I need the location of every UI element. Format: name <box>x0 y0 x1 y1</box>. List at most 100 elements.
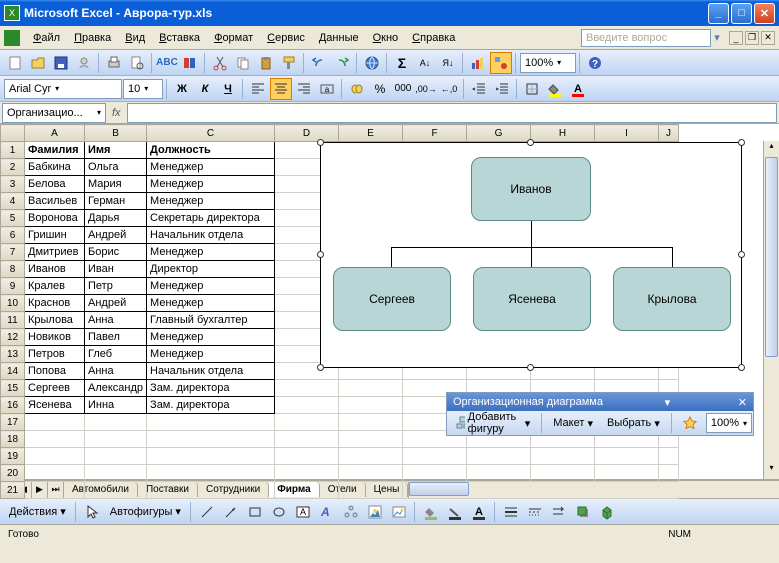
cell-B16[interactable]: Инна <box>85 397 147 414</box>
cell-B4[interactable]: Герман <box>85 193 147 210</box>
cell-F19[interactable] <box>403 448 467 465</box>
cell-C2[interactable]: Менеджер <box>147 159 275 176</box>
copy-button[interactable] <box>232 52 254 74</box>
cell-C13[interactable]: Менеджер <box>147 346 275 363</box>
autoformat-button[interactable] <box>678 413 702 433</box>
font-color-draw-button[interactable]: A <box>468 501 490 523</box>
borders-button[interactable] <box>521 78 543 100</box>
arrow-button[interactable] <box>220 501 242 523</box>
cell-C15[interactable]: Зам. директора <box>147 380 275 397</box>
cell-A19[interactable] <box>25 448 85 465</box>
currency-button[interactable] <box>346 78 368 100</box>
cut-button[interactable] <box>209 52 231 74</box>
cell-C9[interactable]: Менеджер <box>147 278 275 295</box>
org-zoom-combo[interactable]: 100%▾ <box>706 413 752 433</box>
cell-C17[interactable] <box>147 414 275 431</box>
cell-C19[interactable] <box>147 448 275 465</box>
comma-button[interactable]: 000 <box>392 78 414 100</box>
cell-A1[interactable]: Фамилия <box>25 142 85 159</box>
cell-J20[interactable] <box>659 465 679 482</box>
fill-color-draw-button[interactable] <box>420 501 442 523</box>
row-header-21[interactable]: 21 <box>1 482 25 499</box>
cell-E16[interactable] <box>339 397 403 414</box>
cell-A14[interactable]: Попова <box>25 363 85 380</box>
cell-A13[interactable]: Петров <box>25 346 85 363</box>
name-box[interactable]: Организацио...▾ <box>2 103 106 123</box>
arrow-style-button[interactable] <box>548 501 570 523</box>
maximize-button[interactable]: □ <box>731 3 752 24</box>
row-header-3[interactable]: 3 <box>1 176 25 193</box>
cell-B12[interactable]: Павел <box>85 329 147 346</box>
cell-B18[interactable] <box>85 431 147 448</box>
menu-Сервис[interactable]: Сервис <box>260 29 312 47</box>
cell-A12[interactable]: Новиков <box>25 329 85 346</box>
row-header-16[interactable]: 16 <box>1 397 25 414</box>
cell-B8[interactable]: Иван <box>85 261 147 278</box>
cell-A6[interactable]: Гришин <box>25 227 85 244</box>
cell-A9[interactable]: Кралев <box>25 278 85 295</box>
cell-C8[interactable]: Директор <box>147 261 275 278</box>
cell-A17[interactable] <box>25 414 85 431</box>
help-dropdown-arrow[interactable]: ▾ <box>711 31 723 44</box>
cell-A4[interactable]: Васильев <box>25 193 85 210</box>
cell-A16[interactable]: Ясенева <box>25 397 85 414</box>
save-button[interactable] <box>50 52 72 74</box>
cell-D16[interactable] <box>275 397 339 414</box>
row-header-1[interactable]: 1 <box>1 142 25 159</box>
cell-H20[interactable] <box>531 465 595 482</box>
mdi-close-button[interactable]: ✕ <box>761 31 775 45</box>
align-right-button[interactable] <box>293 78 315 100</box>
help-search-input[interactable]: Введите вопрос <box>581 29 711 47</box>
hyperlink-button[interactable] <box>361 52 383 74</box>
row-header-2[interactable]: 2 <box>1 159 25 176</box>
cell-B5[interactable]: Дарья <box>85 210 147 227</box>
italic-button[interactable]: К <box>194 78 216 100</box>
row-header-12[interactable]: 12 <box>1 329 25 346</box>
cell-C3[interactable]: Менеджер <box>147 176 275 193</box>
vertical-scrollbar[interactable]: ▴ ▾ <box>763 141 779 479</box>
row-header-19[interactable]: 19 <box>1 448 25 465</box>
org-node-child-1[interactable]: Ясенева <box>473 267 591 331</box>
merge-center-button[interactable]: a <box>316 78 338 100</box>
col-header-G[interactable]: G <box>467 125 531 142</box>
underline-button[interactable]: Ч <box>217 78 239 100</box>
cell-A15[interactable]: Сергеев <box>25 380 85 397</box>
cell-C16[interactable]: Зам. директора <box>147 397 275 414</box>
cell-G20[interactable] <box>467 465 531 482</box>
row-header-5[interactable]: 5 <box>1 210 25 227</box>
cell-D19[interactable] <box>275 448 339 465</box>
wordart-button[interactable]: A <box>316 501 338 523</box>
col-header-C[interactable]: C <box>147 125 275 142</box>
dash-style-button[interactable] <box>524 501 546 523</box>
select-all-cell[interactable] <box>1 125 25 142</box>
increase-indent-button[interactable] <box>491 78 513 100</box>
cell-C7[interactable]: Менеджер <box>147 244 275 261</box>
open-button[interactable] <box>27 52 49 74</box>
row-header-7[interactable]: 7 <box>1 244 25 261</box>
cell-B2[interactable]: Ольга <box>85 159 147 176</box>
bold-button[interactable]: Ж <box>171 78 193 100</box>
cell-E21[interactable] <box>339 482 403 499</box>
undo-button[interactable] <box>308 52 330 74</box>
cell-B6[interactable]: Андрей <box>85 227 147 244</box>
new-button[interactable] <box>4 52 26 74</box>
menu-Формат[interactable]: Формат <box>207 29 260 47</box>
row-header-20[interactable]: 20 <box>1 465 25 482</box>
org-toolbar-options-arrow[interactable]: ▾ <box>665 396 671 409</box>
cell-D20[interactable] <box>275 465 339 482</box>
cell-C10[interactable]: Менеджер <box>147 295 275 312</box>
close-button[interactable]: ✕ <box>754 3 775 24</box>
3d-button[interactable] <box>596 501 618 523</box>
menu-Окно[interactable]: Окно <box>366 29 406 47</box>
row-header-15[interactable]: 15 <box>1 380 25 397</box>
row-header-4[interactable]: 4 <box>1 193 25 210</box>
print-preview-button[interactable] <box>126 52 148 74</box>
cell-E15[interactable] <box>339 380 403 397</box>
cell-G19[interactable] <box>467 448 531 465</box>
shadow-button[interactable] <box>572 501 594 523</box>
autoshapes-menu[interactable]: Автофигуры ▾ <box>105 502 186 521</box>
spelling-button[interactable]: ABC <box>156 52 178 74</box>
row-header-9[interactable]: 9 <box>1 278 25 295</box>
cell-C12[interactable]: Менеджер <box>147 329 275 346</box>
formula-input[interactable] <box>127 103 777 123</box>
